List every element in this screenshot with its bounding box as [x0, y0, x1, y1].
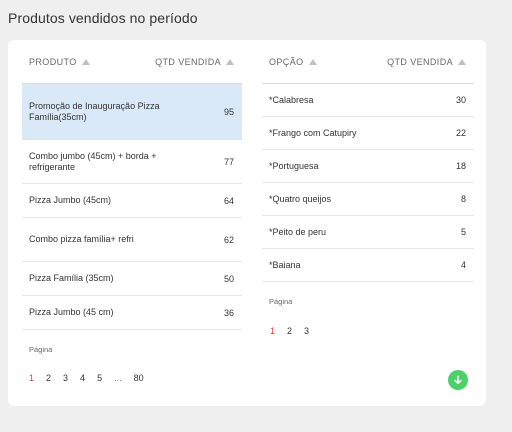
product-name: Promoção de Inauguração Pizza Família(35…: [29, 100, 160, 122]
option-name: *Frango com Catupiry: [269, 127, 357, 138]
option-name: *Portuguesa: [269, 160, 319, 171]
pagination: 1 2 3 4 5 ... 80: [29, 373, 144, 383]
table-row[interactable]: Pizza Família (35cm) 50: [22, 262, 242, 296]
option-name: *Baiana: [269, 259, 301, 270]
option-qty: 22: [455, 128, 466, 138]
download-button[interactable]: [448, 370, 468, 390]
sort-ascending-icon[interactable]: [458, 58, 466, 65]
page-link[interactable]: 80: [134, 373, 144, 383]
page-title: Produtos vendidos no período: [8, 10, 198, 26]
sort-ascending-icon[interactable]: [81, 58, 90, 65]
option-qty: 8: [460, 194, 466, 204]
option-qty: 18: [455, 161, 466, 171]
option-qty: 30: [455, 95, 466, 105]
product-qty: 62: [223, 234, 234, 245]
column-header-product[interactable]: PRODUTO: [22, 57, 155, 67]
report-card: PRODUTO QTD VENDIDA Promoção de Inaugura…: [8, 40, 486, 406]
table-row[interactable]: Combo jumbo (45cm) + borda + refrigerant…: [22, 140, 242, 184]
product-name: Combo pizza família+ refri: [29, 234, 134, 244]
product-qty: 77: [223, 156, 234, 167]
product-name: Pizza Jumbo (45 cm): [29, 307, 114, 317]
product-name: Combo jumbo (45cm) + borda + refrigerant…: [29, 150, 157, 172]
option-qty: 4: [460, 260, 466, 270]
column-header-option-label: OPÇÃO: [269, 56, 304, 67]
products-table-body: Promoção de Inauguração Pizza Família(35…: [22, 84, 242, 330]
product-qty: 36: [223, 307, 234, 318]
column-header-product-label: PRODUTO: [29, 56, 77, 67]
table-row[interactable]: *Portuguesa 18: [262, 150, 474, 183]
page-link[interactable]: 5: [97, 373, 102, 383]
page-link[interactable]: 3: [63, 373, 68, 383]
options-table-header: OPÇÃO QTD VENDIDA: [262, 40, 474, 84]
product-qty: 95: [223, 106, 234, 117]
products-table-header: PRODUTO QTD VENDIDA: [22, 40, 242, 84]
page-link[interactable]: 1: [29, 373, 34, 383]
sort-ascending-icon[interactable]: [308, 58, 317, 65]
option-name: *Quatro queijos: [269, 193, 332, 204]
table-row[interactable]: Pizza Jumbo (45cm) 64: [22, 184, 242, 218]
table-row[interactable]: *Calabresa 30: [262, 84, 474, 117]
option-name: *Peito de peru: [269, 226, 327, 237]
product-name: Pizza Família (35cm): [29, 273, 114, 283]
pagination-ellipsis: ...: [114, 373, 122, 383]
table-row[interactable]: Promoção de Inauguração Pizza Família(35…: [22, 84, 242, 140]
page-link[interactable]: 2: [46, 373, 51, 383]
pagination: 1 2 3: [270, 326, 309, 336]
table-row[interactable]: *Quatro queijos 8: [262, 183, 474, 216]
options-table: OPÇÃO QTD VENDIDA *Calabresa 30 *Frango …: [262, 40, 474, 336]
column-header-qty-label: QTD VENDIDA: [387, 56, 453, 67]
product-qty: 64: [223, 195, 234, 206]
table-row[interactable]: *Frango com Catupiry 22: [262, 117, 474, 150]
column-header-option[interactable]: OPÇÃO: [262, 57, 387, 67]
pagination-label: Página: [269, 297, 293, 306]
product-qty: 50: [223, 273, 234, 284]
option-qty: 5: [460, 227, 466, 237]
column-header-qty-label: QTD VENDIDA: [155, 56, 221, 67]
table-row[interactable]: *Baiana 4: [262, 249, 474, 282]
table-row[interactable]: *Peito de peru 5: [262, 216, 474, 249]
page-link[interactable]: 4: [80, 373, 85, 383]
arrow-down-icon: [454, 375, 462, 385]
product-name: Pizza Jumbo (45cm): [29, 195, 112, 205]
page-link[interactable]: 3: [304, 326, 309, 336]
table-row[interactable]: Combo pizza família+ refri 62: [22, 218, 242, 262]
products-table: PRODUTO QTD VENDIDA Promoção de Inaugura…: [22, 40, 242, 383]
column-header-qty[interactable]: QTD VENDIDA: [155, 57, 242, 67]
page-link[interactable]: 2: [287, 326, 292, 336]
options-table-body: *Calabresa 30 *Frango com Catupiry 22 *P…: [262, 84, 474, 282]
page-link[interactable]: 1: [270, 326, 275, 336]
pagination-label: Página: [29, 345, 53, 354]
table-row[interactable]: Pizza Jumbo (45 cm) 36: [22, 296, 242, 330]
option-name: *Calabresa: [269, 94, 314, 105]
sort-ascending-icon[interactable]: [226, 58, 234, 65]
column-header-qty[interactable]: QTD VENDIDA: [387, 57, 474, 67]
